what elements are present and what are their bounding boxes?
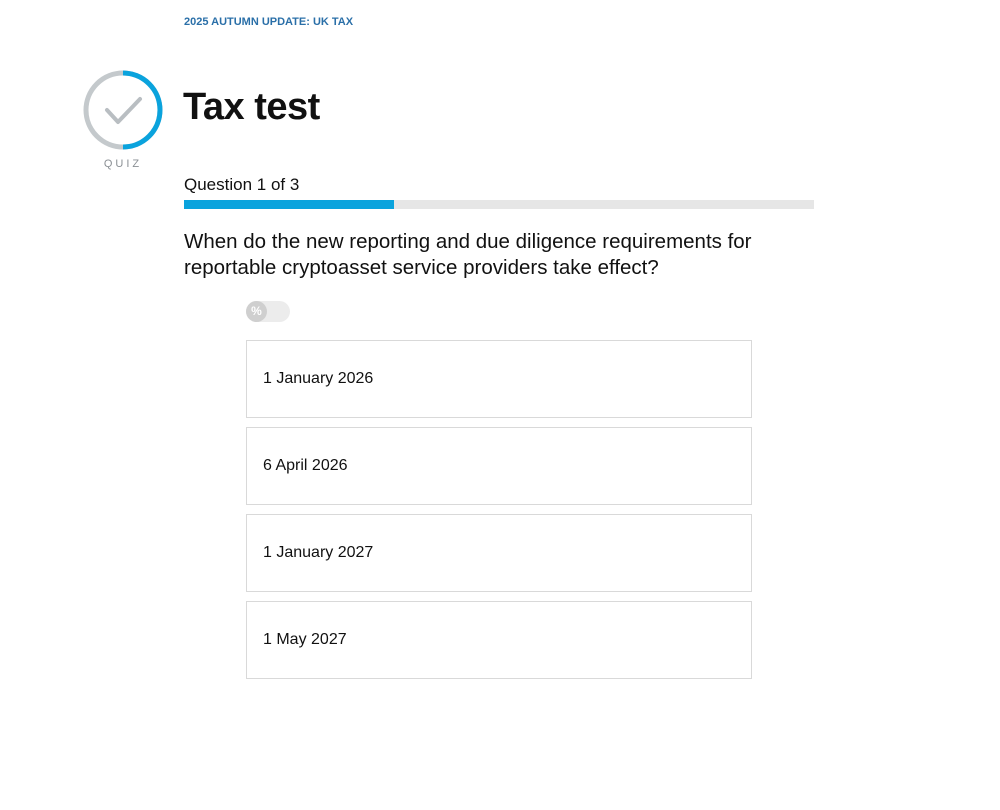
answer-option-2[interactable]: 6 April 2026 <box>246 427 752 505</box>
question-counter: Question 1 of 3 <box>184 175 300 194</box>
answer-option-1[interactable]: 1 January 2026 <box>246 340 752 418</box>
percent-toggle[interactable]: % <box>246 301 290 322</box>
quiz-badge <box>82 69 164 151</box>
answer-option-3[interactable]: 1 January 2027 <box>246 514 752 592</box>
progress-bar <box>184 200 814 209</box>
answer-option-4[interactable]: 1 May 2027 <box>246 601 752 679</box>
question-text: When do the new reporting and due dilige… <box>184 230 752 279</box>
breadcrumb[interactable]: 2025 AUTUMN UPDATE: UK TAX <box>184 16 353 28</box>
progress-bar-fill <box>184 200 394 209</box>
percent-icon: % <box>246 301 267 322</box>
answer-list: 1 January 2026 6 April 2026 1 January 20… <box>246 340 752 688</box>
quiz-caption: QUIZ <box>103 158 143 170</box>
quiz-page: 2025 AUTUMN UPDATE: UK TAX QUIZ Tax test… <box>0 0 1000 810</box>
check-circle-icon <box>83 70 163 150</box>
page-title: Tax test <box>183 86 320 128</box>
